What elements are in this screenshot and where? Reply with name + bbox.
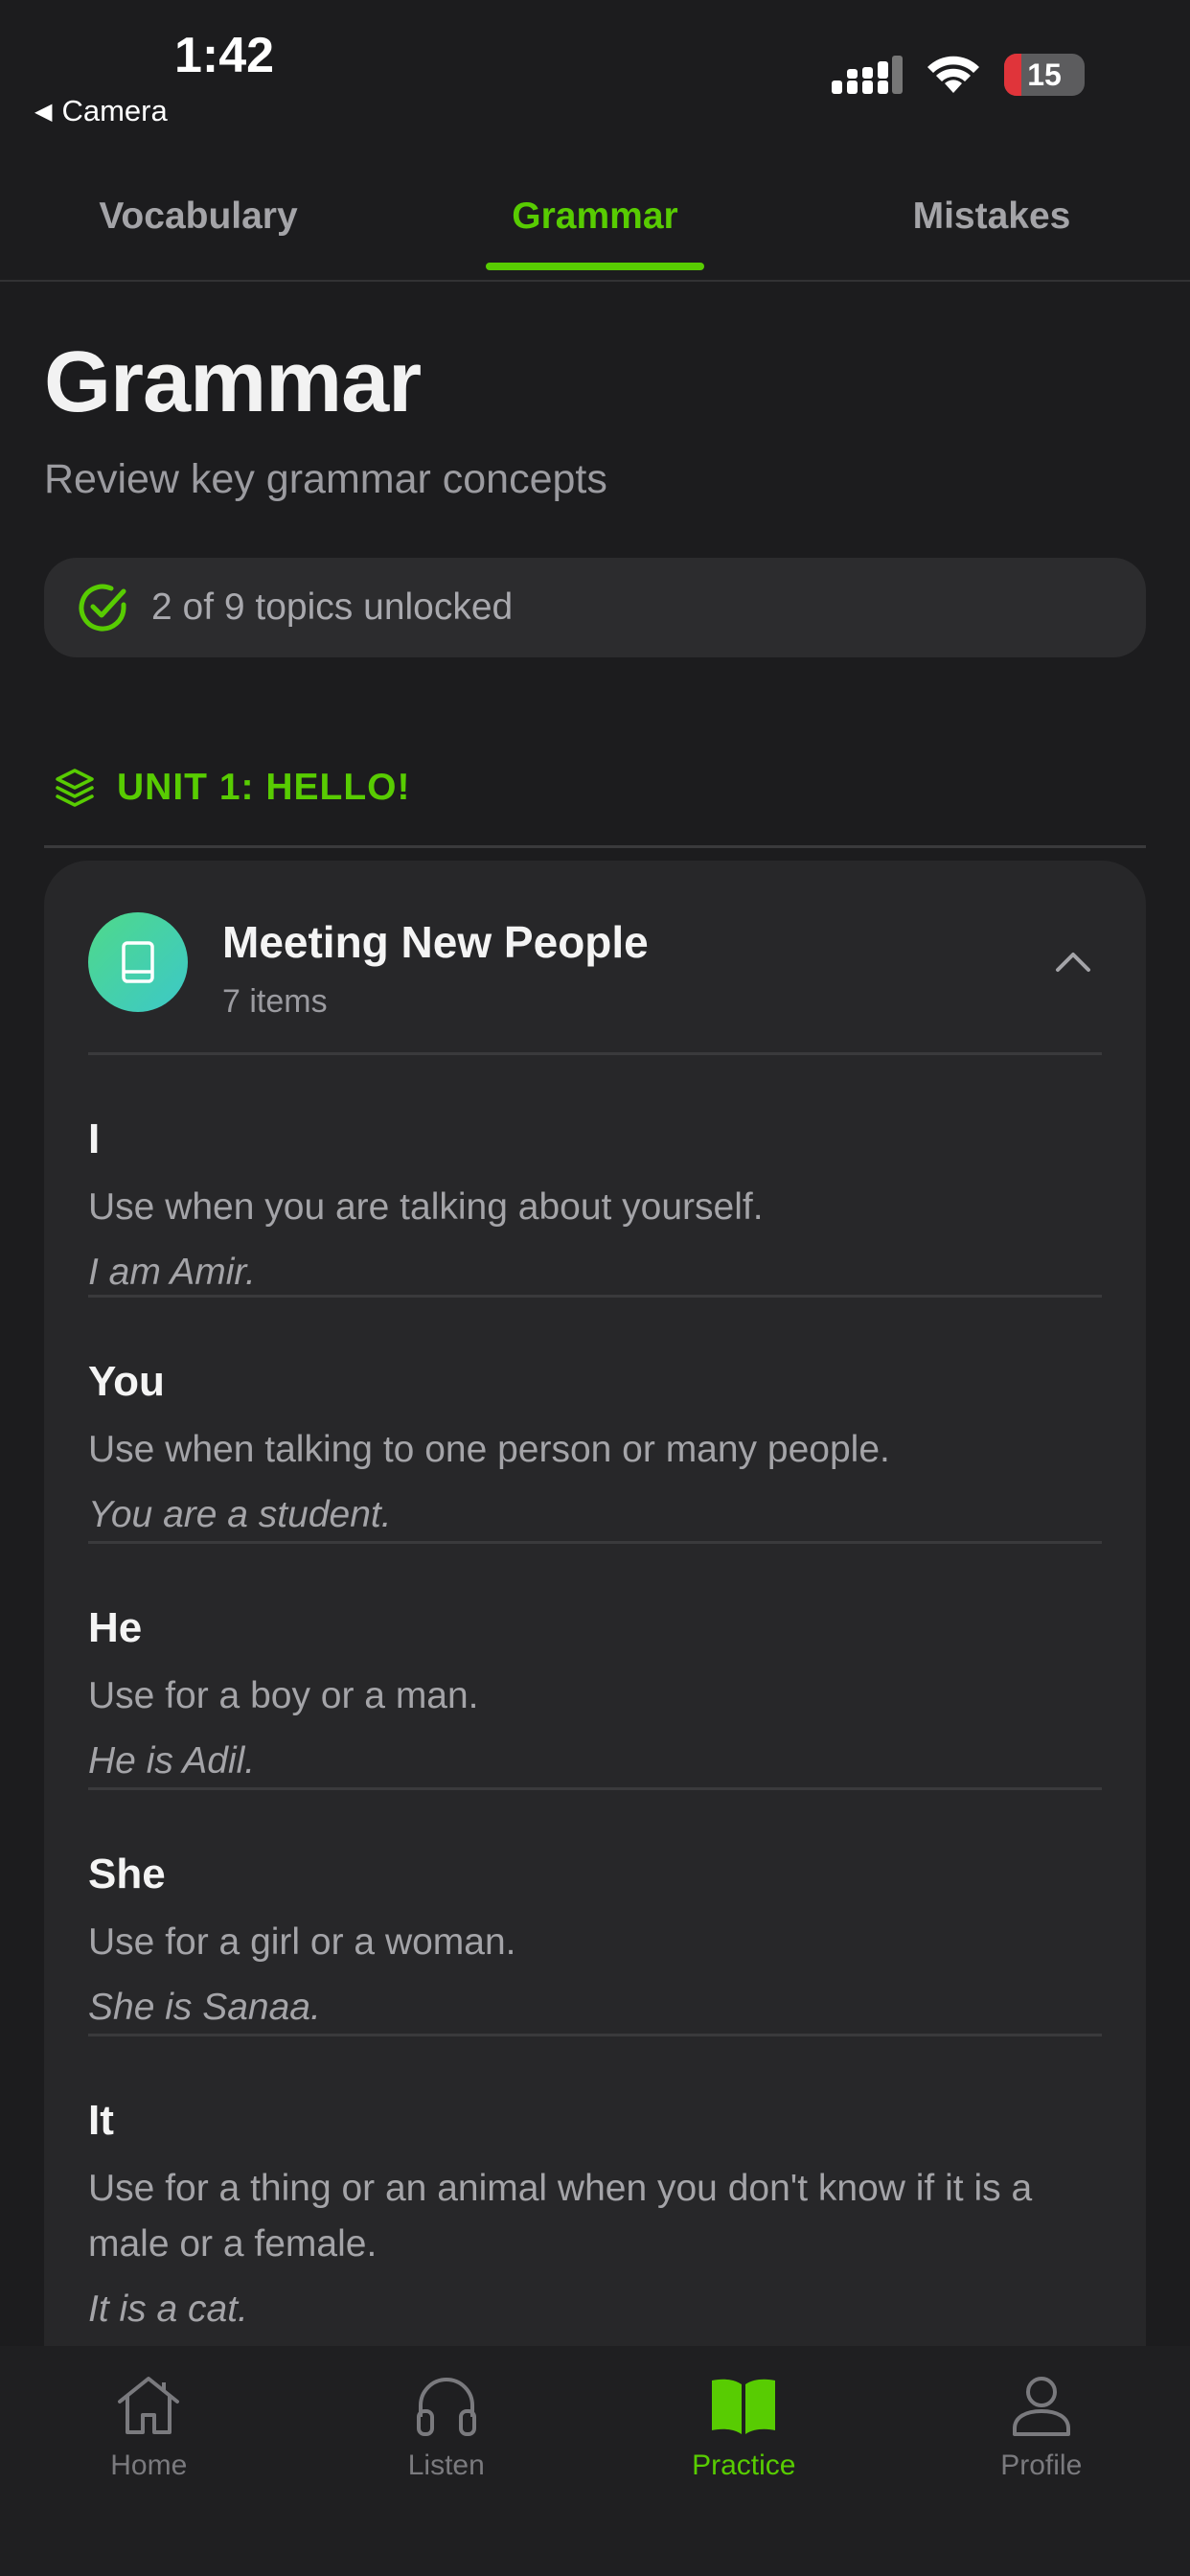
grammar-example: It is a cat.: [88, 2288, 248, 2330]
nav-home[interactable]: Home: [0, 2367, 298, 2576]
nav-home-label: Home: [110, 2450, 188, 2481]
grammar-term: He: [88, 1604, 143, 1651]
page-title: Grammar: [44, 334, 422, 430]
grammar-example: I am Amir.: [88, 1252, 256, 1293]
nav-practice[interactable]: Practice: [595, 2367, 893, 2576]
grammar-item: You Use when talking to one person or ma…: [88, 1298, 1102, 1544]
grammar-example: She is Sanaa.: [88, 1987, 321, 2028]
cellular-signal-icon: [832, 56, 903, 94]
battery-indicator: 15: [1004, 54, 1085, 96]
nav-listen-label: Listen: [407, 2450, 485, 2481]
grammar-description: Use when talking to one person or many p…: [88, 1429, 890, 1470]
collapse-button[interactable]: [1044, 933, 1102, 991]
tab-vocabulary[interactable]: Vocabulary: [0, 163, 397, 280]
page-subtitle: Review key grammar concepts: [44, 456, 607, 502]
book-open-icon: [712, 2379, 776, 2434]
nav-practice-label: Practice: [692, 2450, 796, 2481]
home-icon: [118, 2377, 180, 2434]
grammar-item-list: I Use when you are talking about yoursel…: [88, 1055, 1102, 2357]
topic-item-count: 7 items: [222, 983, 328, 1020]
topic-avatar: [88, 912, 188, 1012]
topic-card-header[interactable]: Meeting New People 7 items: [88, 912, 1102, 1020]
grammar-item: He Use for a boy or a man. He is Adil.: [88, 1544, 1102, 1790]
nav-listen[interactable]: Listen: [298, 2367, 596, 2576]
status-time: 1:42: [174, 28, 275, 83]
wifi-icon: [927, 56, 979, 93]
unit-divider: [44, 845, 1146, 848]
progress-text: 2 of 9 topics unlocked: [151, 586, 514, 628]
grammar-item: It Use for a thing or an animal when you…: [88, 2036, 1102, 2357]
grammar-term: She: [88, 1851, 166, 1898]
grammar-term: You: [88, 1358, 165, 1405]
topics-progress-badge: 2 of 9 topics unlocked: [44, 558, 1146, 657]
topic-card: Meeting New People 7 items I Use when yo…: [44, 861, 1146, 2394]
book-icon: [122, 941, 154, 983]
bottom-navigation: Home Listen Practice Profile: [0, 2346, 1190, 2576]
grammar-term: I: [88, 1116, 101, 1162]
layers-icon: [56, 769, 94, 807]
chevron-up-icon: [1056, 953, 1090, 972]
grammar-description: Use for a thing or an animal when you do…: [88, 2168, 1033, 2265]
grammar-description: Use for a boy or a man.: [88, 1675, 479, 1716]
grammar-example: You are a student.: [88, 1494, 392, 1535]
topic-title: Meeting New People: [222, 917, 649, 967]
battery-level: 15: [1027, 57, 1062, 92]
nav-profile[interactable]: Profile: [893, 2367, 1190, 2576]
nav-profile-label: Profile: [1000, 2450, 1083, 2481]
grammar-example: He is Adil.: [88, 1740, 256, 1782]
status-icons: 15: [832, 54, 1085, 96]
tab-grammar[interactable]: Grammar: [397, 163, 793, 280]
headphones-icon: [416, 2378, 476, 2436]
grammar-item: I Use when you are talking about yoursel…: [88, 1055, 1102, 1298]
grammar-description: Use when you are talking about yourself.: [88, 1186, 764, 1228]
grammar-term: It: [88, 2097, 114, 2144]
back-caret-icon: ◀: [34, 98, 53, 125]
grammar-item: She Use for a girl or a woman. She is Sa…: [88, 1790, 1102, 2036]
section-tabs: Vocabulary Grammar Mistakes: [0, 163, 1190, 282]
status-bar: 1:42 ◀ Camera 15: [0, 0, 1190, 163]
person-icon: [1012, 2377, 1070, 2436]
back-to-camera-link[interactable]: ◀ Camera: [34, 94, 168, 128]
back-app-label: Camera: [61, 94, 168, 127]
check-circle-icon: [79, 584, 126, 632]
unit-title: UNIT 1: HELLO!: [117, 767, 411, 808]
tab-mistakes[interactable]: Mistakes: [793, 163, 1190, 280]
grammar-description: Use for a girl or a woman.: [88, 1921, 516, 1963]
unit-header: UNIT 1: HELLO!: [54, 767, 410, 809]
